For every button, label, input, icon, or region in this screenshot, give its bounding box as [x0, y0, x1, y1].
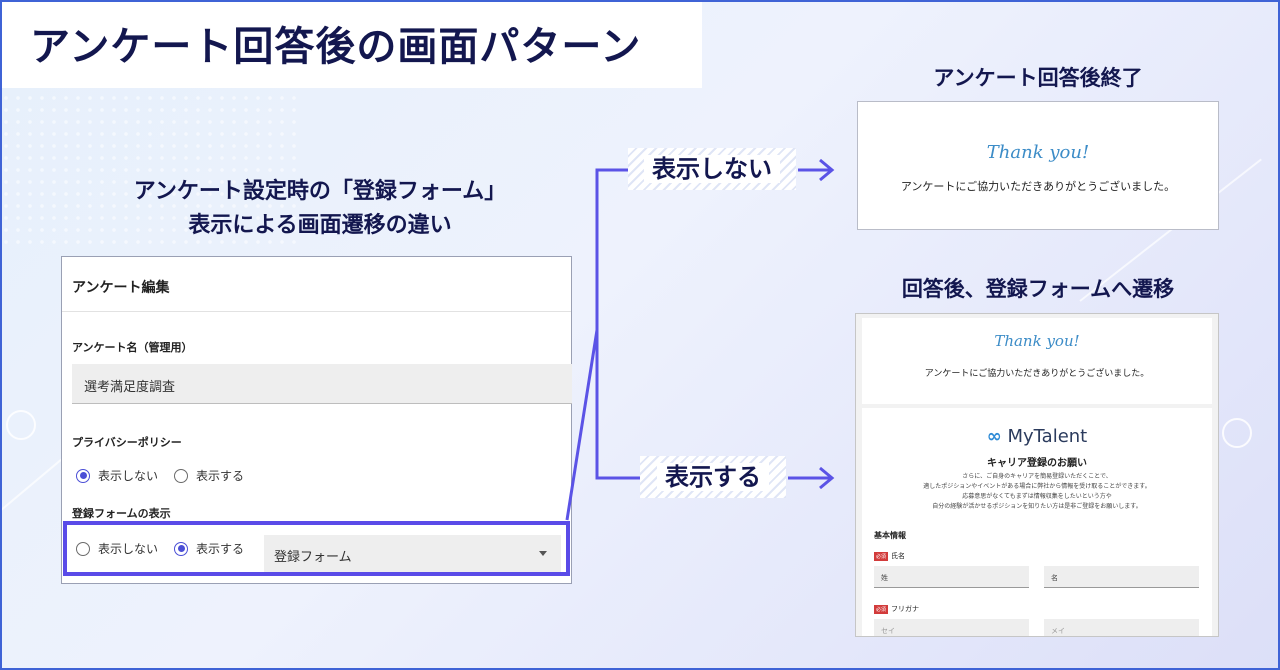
branch-tag-hide: 表示しない — [628, 148, 796, 190]
thanks-message: アンケートにご協力いただきありがとうございました。 — [924, 369, 1150, 379]
last-kana-input[interactable]: セイ — [874, 619, 1029, 636]
brand-name: MyTalent — [1007, 426, 1088, 447]
thanks-message: アンケートにご協力いただきありがとうございました。 — [900, 180, 1176, 193]
kana-field-label: 必須 フリガナ — [874, 604, 919, 614]
name-label-text: 氏名 — [891, 552, 906, 560]
infinity-logo-icon: ∞ — [986, 426, 1002, 447]
required-badge: 必須 — [874, 551, 889, 561]
first-kana-input[interactable]: メイ — [1044, 619, 1199, 636]
required-badge: 必須 — [874, 604, 889, 614]
first-kana-placeholder: メイ — [1051, 627, 1065, 635]
connector-line-bottom — [595, 330, 640, 480]
intro-line: 自分の経験が活かせるポジションを知りたい方は是非ご登録をお願いします。 — [932, 503, 1142, 510]
last-name-value: 姓 — [881, 574, 888, 582]
thank-you-text: Thank you! — [994, 332, 1080, 350]
basic-info-heading: 基本情報 — [874, 531, 906, 540]
last-name-input[interactable]: 姓 — [874, 566, 1029, 588]
brand-logo: ∞ MyTalent — [862, 426, 1212, 447]
thank-you-text: Thank you! — [986, 142, 1090, 163]
registration-form-card: ∞ MyTalent キャリア登録のお願い さらに、ご自身のキャリアを簡易登録い… — [862, 408, 1212, 636]
intro-line: 応募意思がなくてもまずは情報収集をしたいという方や — [962, 493, 1112, 500]
intro-line: 適したポジションやイベントがある場合に弊社から情報を受け取ることができます。 — [923, 483, 1151, 490]
result-show-caption: 回答後、登録フォームへ遷移 — [901, 277, 1175, 301]
branch-tag-show: 表示する — [640, 456, 786, 498]
form-title: キャリア登録のお願い — [987, 458, 1087, 469]
form-intro: さらに、ご自身のキャリアを簡易登録いただくことで、 適したポジションやイベントが… — [862, 472, 1212, 512]
first-name-input[interactable]: 名 — [1044, 566, 1199, 588]
first-name-value: 名 — [1051, 574, 1058, 582]
kana-label-text: フリガナ — [891, 605, 920, 613]
result-hide-caption: アンケート回答後終了 — [933, 66, 1143, 90]
thanks-card: Thank you! アンケートにご協力いただきありがとうございました。 — [862, 318, 1212, 404]
branch-tag-show-label: 表示する — [657, 463, 769, 491]
branch-tag-hide-label: 表示しない — [644, 155, 780, 183]
result-hide-screen: Thank you! アンケートにご協力いただきありがとうございました。 — [857, 101, 1219, 230]
intro-line: さらに、ご自身のキャリアを簡易登録いただくことで、 — [962, 473, 1112, 480]
last-kana-placeholder: セイ — [881, 627, 895, 635]
name-field-label: 必須 氏名 — [874, 551, 905, 561]
result-show-screen: Thank you! アンケートにご協力いただきありがとうございました。 ∞ M… — [855, 313, 1219, 637]
